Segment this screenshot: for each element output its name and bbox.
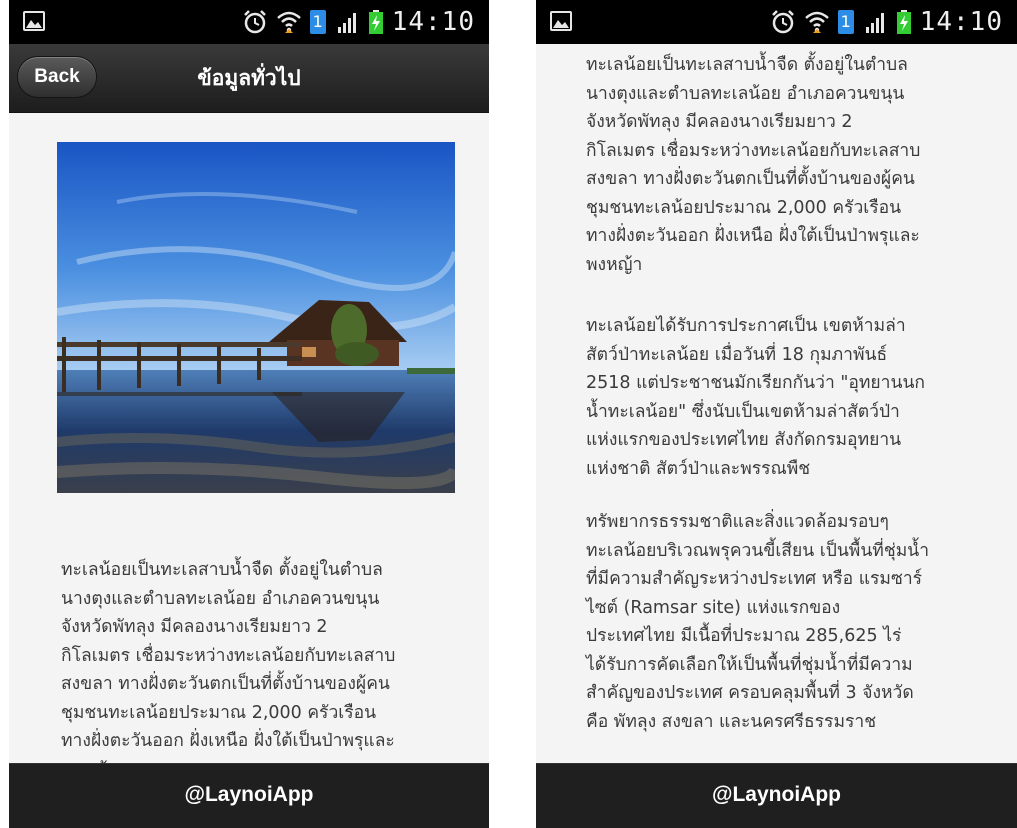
alarm-clock-icon bbox=[242, 9, 268, 35]
lake-house-photo bbox=[57, 142, 455, 493]
status-bar: 1 14:10 bbox=[9, 0, 489, 44]
footer-bar: @LaynoiApp bbox=[536, 763, 1017, 828]
phone-screen-right: 1 14:10 ทะเลน้อยเป็นทะเลสาบน้ำจืด ตั้งอย… bbox=[536, 0, 1017, 828]
gallery-notification-icon bbox=[550, 11, 572, 31]
battery-charging-icon bbox=[896, 9, 912, 35]
article-content-scrolled[interactable]: ทะเลน้อยเป็นทะเลสาบน้ำจืด ตั้งอยู่ในตำบล… bbox=[536, 44, 1017, 764]
status-icons: 1 14:10 bbox=[770, 6, 1003, 38]
phone-screen-left: 1 14:10 ข้อมูลทั่วไป Back ทะเลน้อยเป็นทะ… bbox=[9, 0, 489, 828]
gallery-notification-icon bbox=[23, 11, 45, 31]
footer-bar: @LaynoiApp bbox=[9, 763, 489, 828]
footer-label: @LaynoiApp bbox=[712, 783, 841, 806]
title-bar: ข้อมูลทั่วไป Back bbox=[9, 44, 489, 113]
article-paragraph: ทะเลน้อยเป็นทะเลสาบน้ำจืด ตั้งอยู่ในตำบล… bbox=[586, 55, 921, 275]
article-paragraph: ทรัพยากรธรรมชาติและสิ่งแวดล้อมรอบๆ ทะเลน… bbox=[586, 512, 930, 732]
wifi-icon bbox=[804, 9, 830, 35]
screenshot-gutter bbox=[489, 0, 536, 828]
sim-slot-badge: 1 bbox=[837, 10, 854, 34]
status-clock: 14:10 bbox=[391, 7, 475, 37]
footer-label: @LaynoiApp bbox=[184, 783, 314, 806]
signal-strength-icon bbox=[334, 9, 360, 35]
status-bar: 1 14:10 bbox=[536, 0, 1017, 44]
signal-strength-icon bbox=[862, 9, 888, 35]
battery-charging-icon bbox=[368, 9, 384, 35]
back-button[interactable]: Back bbox=[17, 56, 97, 98]
article-paragraph: ทะเลน้อยได้รับการประกาศเป็น เขตห้ามล่า ส… bbox=[586, 316, 926, 479]
alarm-clock-icon bbox=[770, 9, 796, 35]
status-icons: 1 14:10 bbox=[242, 6, 475, 38]
status-clock: 14:10 bbox=[919, 7, 1003, 37]
wifi-icon bbox=[276, 9, 302, 35]
article-content[interactable]: ทะเลน้อยเป็นทะเลสาบน้ำจืด ตั้งอยู่ในตำบล… bbox=[9, 113, 489, 764]
article-paragraph: ทะเลน้อยเป็นทะเลสาบน้ำจืด ตั้งอยู่ในตำบล… bbox=[61, 560, 396, 764]
sim-slot-badge: 1 bbox=[309, 10, 326, 34]
